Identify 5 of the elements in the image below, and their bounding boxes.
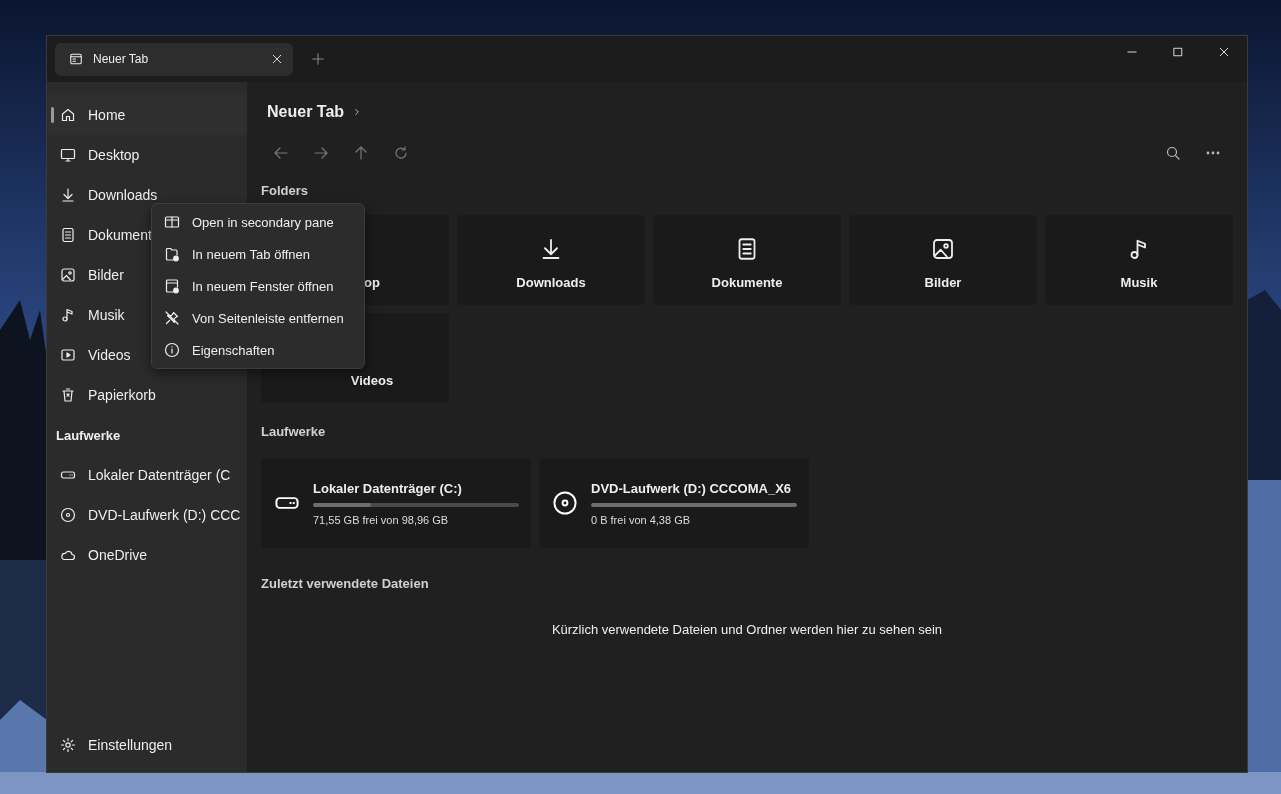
section-header: Laufwerke (261, 423, 326, 439)
section-header: Folders (261, 182, 308, 198)
section-header: Zuletzt verwendete Dateien (261, 575, 429, 591)
empty-message: Kürzlich verwendete Dateien und Ordner werden hier zu sehen sein (551, 622, 943, 637)
section-header: Laufwerke (56, 427, 121, 443)
